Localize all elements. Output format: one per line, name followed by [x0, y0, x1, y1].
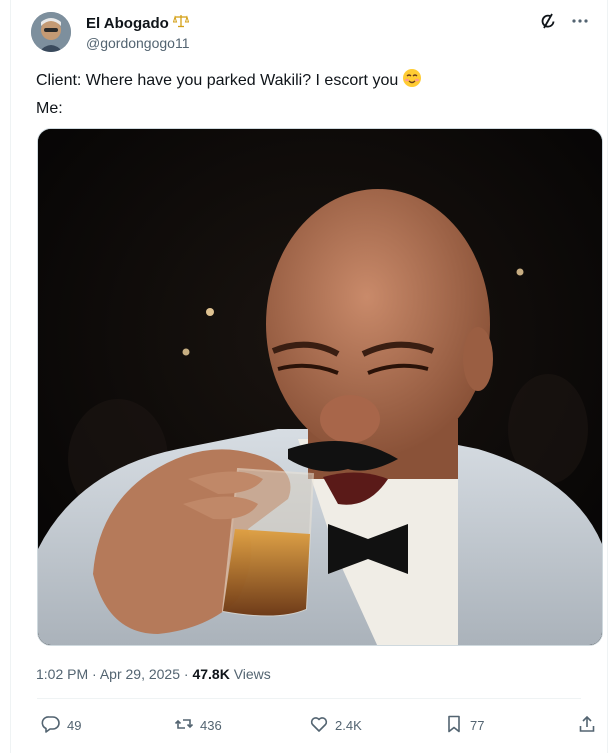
heart-icon	[309, 714, 329, 737]
views-count: 47.8K	[192, 666, 230, 682]
repost-button[interactable]: 436	[174, 714, 222, 737]
views-label: Views	[233, 666, 271, 682]
avatar[interactable]	[31, 12, 71, 52]
tweet-photo[interactable]	[37, 128, 603, 646]
tweet-date[interactable]: Apr 29, 2025	[100, 666, 180, 682]
share-button[interactable]	[577, 714, 597, 737]
reply-button[interactable]: 49	[41, 714, 81, 737]
repost-count: 436	[200, 718, 222, 733]
author-handle[interactable]: @gordongogo11	[86, 35, 189, 51]
reply-icon	[41, 714, 61, 737]
smiling-face-icon	[402, 68, 422, 96]
tweet-time[interactable]: 1:02 PM	[36, 666, 88, 682]
tweet-meta: 1:02 PM · Apr 29, 2025 · 47.8K Views	[36, 666, 271, 682]
scales-of-justice-icon	[172, 14, 189, 33]
meta-separator: ·	[183, 666, 189, 682]
tweet-line-1: Client: Where have you parked Wakili? I …	[36, 68, 422, 96]
like-button[interactable]: 2.4K	[309, 714, 362, 737]
action-bar: 49 436 2.4K 77	[41, 714, 601, 738]
top-actions	[539, 12, 589, 30]
author-name-row: El Abogado	[86, 14, 189, 33]
bookmark-button[interactable]: 77	[444, 714, 484, 737]
tweet-card: El Abogado @gordongogo11 Client: Where h…	[10, 0, 608, 753]
divider	[37, 698, 581, 699]
repost-icon	[174, 714, 194, 737]
bookmark-count: 77	[470, 718, 485, 733]
tweet-text: Client: Where have you parked Wakili? I …	[36, 68, 422, 121]
share-icon	[577, 714, 597, 737]
like-count: 2.4K	[335, 718, 362, 733]
reply-count: 49	[67, 718, 82, 733]
bookmark-icon	[444, 714, 464, 737]
tweet-line-1-text: Client: Where have you parked Wakili? I …	[36, 72, 399, 89]
meta-separator: ·	[92, 666, 97, 682]
more-options-icon[interactable]	[571, 12, 589, 30]
display-name[interactable]: El Abogado	[86, 15, 169, 32]
grok-icon[interactable]	[539, 12, 557, 30]
tweet-line-2: Me:	[36, 100, 63, 117]
